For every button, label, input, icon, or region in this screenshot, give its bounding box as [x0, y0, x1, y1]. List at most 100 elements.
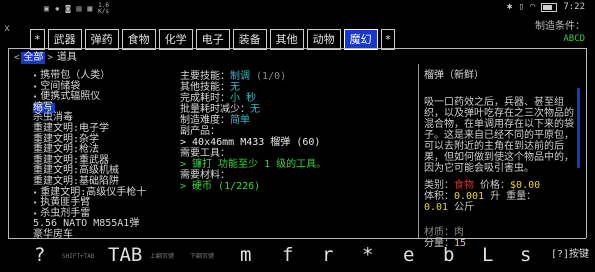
status-bar-right: ✱ ▯ ◠ 7:22 [507, 3, 585, 12]
clock: 7:22 [563, 2, 585, 12]
volume-unit: 升 [490, 191, 501, 202]
tab-animals[interactable]: 动物 [306, 29, 341, 50]
weight-value: 0.01 [424, 202, 449, 213]
key-star[interactable]: * [362, 244, 373, 266]
bullet-icon: • [33, 93, 38, 102]
subtab-right-arrow-icon[interactable]: > [47, 53, 52, 63]
time-value: 小 秒 [230, 93, 257, 104]
weight-label: 重量： [506, 191, 537, 202]
primary-skill-level: (1/0) [256, 71, 287, 82]
tab-weapons[interactable]: 武器 [47, 29, 82, 50]
tab-food[interactable]: 食物 [121, 29, 156, 50]
category-label: 类别： [424, 180, 454, 191]
key-hint-page-up: 上翻页键 [150, 253, 175, 260]
chat-icon: ◙ [65, 4, 71, 13]
vibrate-icon: ▯ [518, 2, 524, 12]
bullet-icon: • [33, 82, 38, 91]
list-item-label: 重建文明:高级仪手枪十 [40, 186, 147, 198]
volume-value: 0.001 [454, 191, 485, 202]
network-speed: 1.6 K/s [98, 3, 109, 15]
difficulty-value: 简单 [230, 115, 250, 126]
frame-left-border [8, 48, 9, 238]
bullet-icon: • [33, 199, 38, 208]
key-b[interactable]: b [443, 244, 454, 266]
list-item[interactable]: 重建文明:电子学 [33, 123, 183, 135]
subtab-all[interactable]: 全部 [21, 52, 46, 64]
tools-value: > 镰打 功能至少 1 级的工具。 [180, 159, 327, 170]
category-value: 食物 [454, 180, 474, 191]
key-f[interactable]: f [282, 244, 293, 266]
item-detail: 榴弹（新鲜） 吸一口药效之后，兵器、甚至组织，以及弹叶吃存在之三次物品的混合物，… [424, 70, 582, 175]
tab-electronics[interactable]: 电子 [195, 29, 230, 50]
message-icon: ▤ [76, 4, 82, 13]
tab-ammo[interactable]: 弹药 [84, 29, 119, 50]
batch-reduce-value: 无 [250, 104, 260, 115]
list-item[interactable]: • 便携式辐照仪 [33, 91, 183, 103]
recipe-info: 主要技能：制调 (1/0) 其他技能：无 完成耗时：小 秒 批量耗时减少：无 制… [180, 71, 415, 192]
key-e[interactable]: e [403, 244, 414, 266]
speed-unit: K/s [98, 8, 109, 15]
material-label: 材质： [424, 227, 454, 238]
byproduct-value: > 40x46mm M433 榴弹 (60) [180, 137, 321, 148]
item-description: 吸一口药效之后，兵器、甚至组织，以及弹叶吃存在之三次物品的混合物，在单调用存在以… [424, 97, 574, 174]
other-skill-label: 其他技能： [180, 82, 230, 93]
tab-other[interactable]: 其他 [269, 29, 304, 50]
key-tab[interactable]: TAB [108, 244, 142, 266]
category-tabs: * 武器 弹药 食物 化学 电子 装备 其他 动物 魔幻 * [30, 29, 396, 50]
batch-reduce-label: 批量耗时减少： [180, 104, 250, 115]
volume-label: 体积： [424, 191, 454, 202]
components-label: 需要材料： [180, 170, 230, 181]
key-m[interactable]: m [240, 244, 251, 266]
tab-magic[interactable]: 魔幻 [343, 29, 378, 50]
difficulty-label: 制造难度： [180, 115, 230, 126]
bug-icon: ✹ [54, 4, 60, 13]
tab-chemistry[interactable]: 化学 [158, 29, 193, 50]
other-skill-value: 无 [230, 82, 240, 93]
bullet-icon: • [33, 188, 38, 197]
primary-skill-label: 主要技能： [180, 71, 230, 82]
byproduct-label: 副产品： [180, 126, 220, 137]
battery-icon [541, 3, 558, 12]
status-bar-left: ▣ ✹ ◙ ▤ ▦ 1.6 K/s [44, 3, 109, 15]
list-item-label: 执黄匪手臂 [40, 197, 91, 209]
key-s[interactable]: s [520, 244, 531, 266]
weight-unit: 公斤 [454, 202, 475, 213]
subcategory-tabs: < 全部 > 道具 [14, 52, 79, 64]
item-title: 榴弹（新鲜） [424, 70, 484, 81]
frame-top-border [8, 48, 586, 49]
key-help[interactable]: ? [34, 244, 45, 266]
list-item[interactable]: 豪华房车 [33, 229, 183, 241]
key-hint-shift-tab: SHIFT+TAB [62, 253, 95, 260]
tab-armor[interactable]: 装备 [232, 29, 267, 50]
components-value: > 硬币 (1/226) [180, 181, 261, 192]
subtab-left-arrow-icon[interactable]: < [14, 53, 19, 63]
craft-condition-code: ABCD [563, 34, 585, 44]
material-value: 肉 [454, 227, 464, 238]
list-item-label: 便携式辐照仪 [40, 91, 101, 103]
price-label: 价格： [480, 180, 511, 191]
list-item-label: 携带包（人类） [40, 70, 111, 81]
primary-skill-value: 制调 [230, 71, 250, 82]
tab-next[interactable]: * [380, 29, 396, 50]
bullet-icon: • [33, 209, 38, 218]
wifi-icon: ◠ [529, 2, 536, 12]
detail-scrollbar[interactable] [577, 88, 580, 168]
recipe-list: • 携带包（人类） • 空间储袋 • 便携式辐照仪 缩写 杀虫消毒 重建文明:电子学 … [33, 70, 183, 241]
key-l[interactable]: L [482, 244, 493, 266]
subtab-props[interactable]: 道具 [55, 52, 79, 64]
bullet-icon: • [33, 72, 38, 80]
tools-label: 需要工具： [180, 148, 230, 159]
virtual-keybar: ? SHIFT+TAB TAB 上翻页键 下翻页键 m f r * e b L … [0, 240, 595, 272]
frame-right-border [586, 48, 587, 238]
key-hint-page-down: 下翻页键 [190, 253, 215, 260]
help-keys-button[interactable]: [?]按键 [551, 250, 589, 260]
time-label: 完成耗时： [180, 93, 230, 104]
price-value: $0.00 [510, 180, 541, 191]
bluetooth-icon: ✱ [507, 2, 513, 12]
detail-divider [418, 64, 419, 238]
key-r[interactable]: r [322, 244, 333, 266]
carrier-icon: ▣ [44, 4, 49, 13]
item-stats: 类别：食物 价格：$0.00 体积：0.001 升 重量： 0.01 公斤 材质… [424, 180, 584, 249]
image-icon: ▦ [87, 4, 93, 13]
tab-prev[interactable]: * [30, 29, 45, 50]
